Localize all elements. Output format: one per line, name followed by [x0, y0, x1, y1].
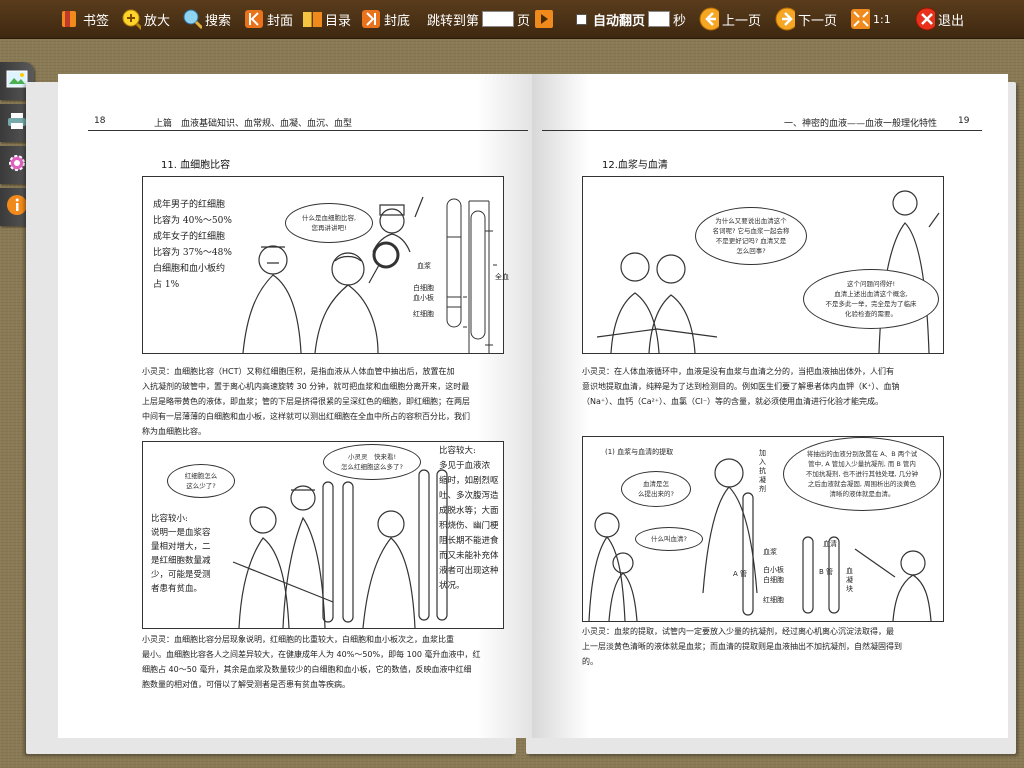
- label-wbc: 白细胞: [763, 576, 784, 584]
- paragraph-extraction: 小灵灵：血浆的提取，试管内一定要放入少量的抗凝剂，经过离心机离心沉淀法取得，最 …: [582, 627, 902, 666]
- label-plasma: 血浆: [417, 262, 431, 270]
- book-icon: [302, 9, 322, 29]
- label-platelet: 白小板: [763, 566, 784, 574]
- page-number: 19: [958, 116, 970, 126]
- label-wbc: 白细胞: [413, 284, 434, 292]
- paragraph-hematocrit: 小灵灵：血细胞比容（HCT）又称红细胞压积，是指血液从人体血管中抽出后，放置在加…: [142, 367, 470, 436]
- illustration-panel-extraction: (1) 血浆与血清的提取 加入抗凝剂 血清是怎 么提出来的? 什么叫血清? 将抽…: [582, 436, 944, 622]
- speech-bubble-answer: 这个问题问得好! 血清上述出血清这个概念, 不是多此一举，完全是为了临床 化验检…: [803, 269, 939, 329]
- arrow-right-icon: [775, 7, 795, 31]
- small-ratio-caption: 比容较小: 说明一是血浆容 量相对增大，二 是红细胞数量减 少，可能是受测 者患…: [151, 514, 211, 594]
- label-rbc: 红细胞: [763, 596, 784, 604]
- info-icon: [6, 194, 28, 220]
- auto-flip-seconds-input[interactable]: [648, 11, 671, 27]
- speech-bubble-small: 什么叫血清?: [635, 527, 703, 551]
- section-title: 12.血浆与血清: [602, 160, 668, 171]
- bookmark-icon: [60, 9, 80, 29]
- search-icon: [182, 9, 202, 30]
- paragraph-ratio: 小灵灵：血细胞比容分层现象说明，红细胞的比重较大，白细胞和血小板次之，血浆比重 …: [142, 635, 481, 689]
- actual-size-button[interactable]: 1:1: [850, 0, 891, 38]
- label-whole-blood: 全血: [495, 273, 509, 281]
- back-cover-button[interactable]: 封底: [361, 0, 410, 38]
- picture-icon: [6, 69, 28, 93]
- tube-a-label: A 管: [733, 570, 748, 578]
- first-page-icon: [244, 9, 264, 29]
- close-icon: [915, 7, 935, 31]
- illustration-panel-ratio: 小灵灵 快来看! 怎么红细胞这么多了? 红细胞怎么 这么少了? 比容较小: 说明…: [142, 441, 504, 629]
- panel-title: (1) 血浆与血清的提取: [605, 448, 674, 456]
- printer-icon: [6, 111, 28, 135]
- prev-page-button[interactable]: 上一页: [699, 0, 761, 38]
- speech-bubble-left: 红细胞怎么 这么少了?: [167, 464, 235, 498]
- cover-button[interactable]: 封面: [244, 0, 293, 38]
- label-platelet: 血小板: [413, 294, 434, 302]
- reader-toolbar: 书签 放大 搜索 封面 目录 封底 跳转到第 页 自动翻页 秒 上一页 下一页: [0, 0, 1024, 39]
- zoom-in-icon: [121, 9, 141, 30]
- section-title: 11. 血细胞比容: [161, 160, 231, 171]
- page-number: 18: [94, 116, 106, 126]
- illustration-panel-plasma-serum: 为什么又要说出血清这个 名词呢? 它与血浆一起会称 不是更好记吗? 血清又是 怎…: [582, 176, 944, 354]
- tube-b-label: B 管: [819, 568, 834, 576]
- arrow-left-icon: [699, 7, 719, 31]
- label-serum: 血清: [823, 540, 837, 548]
- auto-flip-checkbox[interactable]: [576, 13, 587, 25]
- zoom-in-button[interactable]: 放大: [121, 0, 170, 38]
- page-number-input[interactable]: [482, 11, 515, 27]
- exit-button[interactable]: 退出: [915, 0, 964, 38]
- go-button[interactable]: [534, 9, 554, 29]
- left-page[interactable]: 18 上篇 血液基础知识、血常规、血凝、血沉、血型 11. 血细胞比容 成年男子…: [58, 74, 534, 738]
- fit-size-icon: [850, 9, 870, 29]
- jump-to-page: 跳转到第 页: [427, 0, 557, 38]
- label-rbc: 红细胞: [413, 310, 434, 318]
- next-page-button[interactable]: 下一页: [775, 0, 837, 38]
- illustration-panel-hematocrit: 成年男子的红细胞 比容为 40%～50% 成年女子的红细胞 比容为 37%～48…: [142, 176, 509, 354]
- speech-bubble-explanation: 将抽出的血液分别放置在 A、B 两个试 管中, A 管加入少量抗凝剂, 而 B …: [783, 437, 941, 511]
- open-book: 18 上篇 血液基础知识、血常规、血凝、血沉、血型 11. 血细胞比容 成年男子…: [26, 70, 1016, 760]
- running-header: 一、神密的血液——血液一般理化特性: [784, 119, 938, 129]
- gear-icon: [6, 152, 28, 178]
- large-ratio-caption: 比容较大: 多见于血液浓 缩时，如剧烈呕 吐、多次腹泻造 成脱水等；大面 积烧伤…: [439, 446, 499, 591]
- header-rule: [542, 130, 982, 131]
- right-page[interactable]: 一、神密的血液——血液一般理化特性 19 12.血浆与血清 为什么又要说出血清这…: [532, 74, 1008, 738]
- speech-bubble-question: 为什么又要说出血清这个 名词呢? 它与血浆一起会称 不是更好记吗? 血清又是 怎…: [695, 207, 807, 265]
- label-plasma: 血浆: [763, 548, 777, 556]
- auto-flip: 自动翻页 秒: [576, 0, 686, 38]
- speech-bubble-left: 血清是怎 么提出来的?: [621, 471, 691, 507]
- speech-bubble: 什么是血细胞比容, 您再讲讲吧!: [285, 203, 373, 243]
- label-anticoagulant: 加入抗凝剂: [759, 449, 766, 493]
- search-button[interactable]: 搜索: [182, 0, 231, 38]
- running-header: 上篇 血液基础知识、血常规、血凝、血沉、血型: [154, 119, 353, 129]
- last-page-icon: [361, 9, 381, 29]
- speech-bubble-top: 小灵灵 快来看! 怎么红细胞这么多了?: [323, 444, 421, 480]
- header-rule: [88, 130, 528, 131]
- paragraph-plasma-serum: 小灵灵：在人体血液循环中，血液是没有血浆与血清之分的，当把血液抽出体外，人们有 …: [582, 367, 900, 406]
- hematocrit-caption: 成年男子的红细胞 比容为 40%～50% 成年女子的红细胞 比容为 37%～48…: [153, 200, 232, 290]
- label-clot: 血凝块: [846, 567, 853, 593]
- toc-button[interactable]: 目录: [302, 0, 351, 38]
- bookmark-button[interactable]: 书签: [60, 0, 109, 38]
